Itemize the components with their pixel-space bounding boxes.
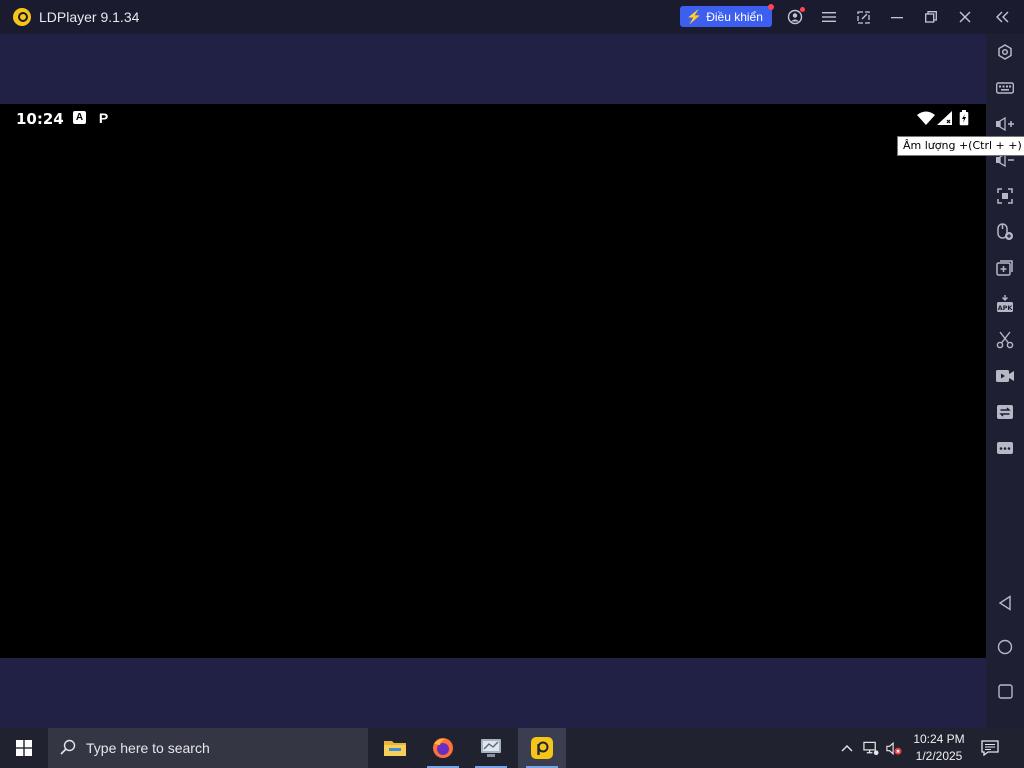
battery-icon [959,110,969,126]
ldplayer-taskbar-app[interactable] [518,728,566,768]
wifi-icon [917,110,935,126]
chevron-up-icon[interactable] [839,740,855,756]
clock-date: 1/2/2025 [915,749,963,763]
start-button[interactable] [0,728,48,768]
mouse-icon[interactable] [986,218,1024,246]
more-icon[interactable] [986,434,1024,462]
network-icon[interactable] [863,740,879,756]
window-title: LDPlayer 9.1.34 [39,9,140,25]
monitor-icon [481,739,501,757]
notification-dot [767,4,774,10]
keyboard-icon[interactable] [986,74,1024,102]
svg-text:APK: APK [998,304,1014,312]
ldplayer-logo-icon [13,8,31,26]
monitor-app[interactable] [467,728,515,768]
volume-tooltip: Âm lượng +(Ctrl + +) [897,136,1024,156]
minimize-icon[interactable] [888,8,906,26]
windows-taskbar: Type here to search 10:24 PM 1/2/2025 [0,728,1024,768]
sync-icon[interactable] [986,398,1024,426]
apk-install-icon[interactable]: APK [986,290,1024,318]
settings-gear-icon[interactable] [986,38,1024,66]
back-triangle-icon[interactable] [986,589,1024,617]
android-screen[interactable] [0,104,986,658]
file-explorer-app[interactable] [371,728,419,768]
bottom-letterbox [0,658,986,728]
recents-square-icon[interactable] [986,677,1024,705]
restore-icon[interactable] [922,8,940,26]
search-icon [60,739,76,758]
volume-up-icon[interactable] [986,110,1024,138]
signal-icon [937,110,952,126]
home-circle-icon[interactable] [986,633,1024,661]
pin-window-icon[interactable] [854,8,872,26]
menu-icon[interactable] [820,8,838,26]
lightning-icon: ⚡ [686,8,703,24]
search-placeholder: Type here to search [86,740,210,756]
close-icon[interactable] [956,8,974,26]
taskbar-search-input[interactable]: Type here to search [48,728,368,768]
control-button[interactable]: ⚡ Điều khiển [680,4,774,27]
account-icon[interactable] [786,7,805,26]
collapse-sidebar-icon[interactable] [994,8,1012,26]
windows-logo-icon [16,740,32,756]
status-a-icon: A [73,111,86,124]
status-p-icon: P [98,109,109,126]
ldplayer-icon [531,737,553,759]
system-clock[interactable]: 10:24 PM 1/2/2025 [910,731,968,765]
firefox-icon [433,738,453,758]
control-button-label: Điều khiển [706,9,763,24]
account-notification-dot [800,7,805,12]
firefox-app[interactable] [419,728,467,768]
add-instance-icon[interactable] [986,254,1024,282]
android-clock: 10:24 [16,110,64,128]
volume-muted-icon[interactable] [886,740,902,756]
top-letterbox [0,34,986,104]
fullscreen-icon[interactable] [986,182,1024,210]
video-record-icon[interactable] [986,362,1024,390]
folder-icon [384,741,406,756]
clock-time: 10:24 PM [913,732,965,746]
scissors-icon[interactable] [986,326,1024,354]
notification-center-icon[interactable] [980,738,1000,758]
